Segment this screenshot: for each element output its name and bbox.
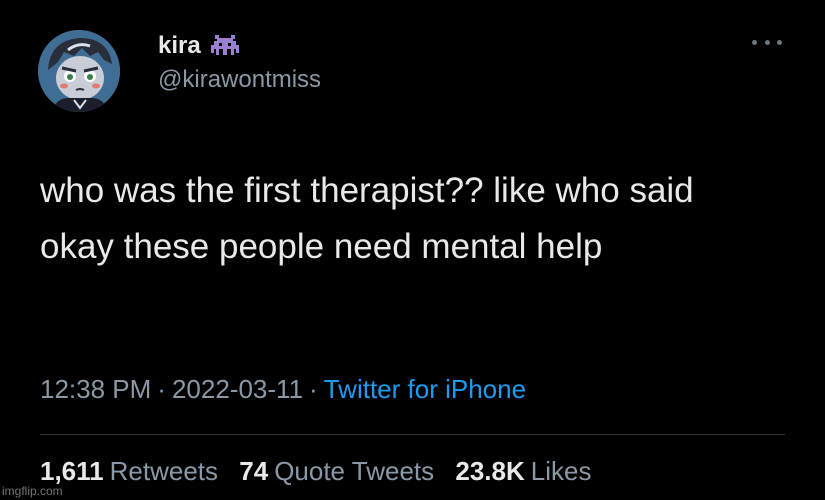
quote-tweets-stat[interactable]: 74 Quote Tweets bbox=[239, 456, 434, 486]
quote-tweets-count: 74 bbox=[239, 456, 269, 486]
divider bbox=[40, 434, 785, 435]
avatar[interactable] bbox=[38, 30, 120, 112]
tweet-text: who was the first therapist?? like who s… bbox=[40, 171, 694, 266]
more-icon[interactable] bbox=[752, 34, 782, 50]
alien-monster-icon bbox=[210, 35, 239, 57]
likes-label: Likes bbox=[530, 456, 592, 486]
tweet-source-link[interactable]: Twitter for iPhone bbox=[324, 374, 526, 404]
retweets-stat[interactable]: 1,611 Retweets bbox=[40, 456, 218, 486]
tweet-date[interactable]: 2022-03-11 bbox=[172, 374, 303, 404]
tweet-time[interactable]: 12:38 PM bbox=[40, 374, 151, 404]
likes-stat[interactable]: 23.8K Likes bbox=[455, 456, 591, 486]
author-name-row[interactable]: kira bbox=[158, 30, 239, 62]
author-display-name[interactable]: kira bbox=[158, 32, 201, 60]
author-handle[interactable]: @kirawontmiss bbox=[158, 66, 321, 94]
more-dot bbox=[777, 39, 782, 45]
meta-separator: · bbox=[157, 374, 166, 404]
quote-tweets-label: Quote Tweets bbox=[274, 456, 435, 486]
retweets-count: 1,611 bbox=[40, 456, 104, 486]
cartoon-avatar-icon bbox=[38, 30, 120, 112]
more-dot bbox=[752, 39, 757, 45]
tweet-meta: 12:38 PM · 2022-03-11 · Twitter for iPhone bbox=[40, 374, 526, 405]
likes-count: 23.8K bbox=[455, 456, 525, 486]
watermark: imgflip.com bbox=[2, 484, 63, 498]
more-dot bbox=[764, 39, 770, 45]
meta-separator: · bbox=[309, 374, 318, 404]
retweets-label: Retweets bbox=[109, 456, 219, 486]
tweet-stats: 1,611 Retweets 74 Quote Tweets 23.8K Likes bbox=[40, 456, 605, 487]
